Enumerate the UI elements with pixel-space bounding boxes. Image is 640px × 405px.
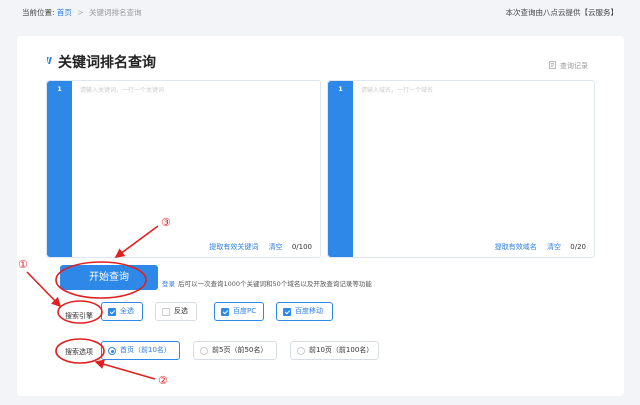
breadcrumb-current: 关键词排名查询 [89,8,142,17]
range-first-page-label: 首页（前10名） [120,346,171,354]
radio-unselected-icon [200,347,208,355]
clear-domains-link[interactable]: 清空 [547,243,561,251]
checkbox-unchecked-icon [162,308,170,316]
history-link-label: 查询记录 [560,62,588,70]
search-options-label: 搜索选项 [65,348,93,356]
keyword-line-number: 1 [57,85,62,93]
radio-unselected-icon [297,347,305,355]
provider-text: 本次查询由八点云提供【云服务】 [505,8,619,17]
checkbox-checked-icon [108,308,116,316]
breadcrumb: 当前位置: 首页 > 关键词排名查询 [22,7,142,18]
baidu-pc-label: 百度PC [233,307,257,315]
breadcrumb-home-link[interactable]: 首页 [57,8,72,17]
domain-count: 0/20 [570,243,586,251]
range-five-pages-radio[interactable]: 前5页（前50名） [193,341,277,360]
keyword-editor-footer: 提取有效关键词 清空 0/100 [201,242,312,252]
history-doc-icon [548,61,556,69]
domain-input-placeholder[interactable]: 请输入域名，一行一个域名 [361,85,433,94]
extract-domains-link[interactable]: 提取有效域名 [495,243,537,251]
clear-keywords-link[interactable]: 清空 [269,243,283,251]
range-ten-pages-label: 前10页（前100名） [309,346,374,354]
invert-selection-label: 反选 [174,307,188,315]
start-query-button[interactable]: 开始查询 [60,265,158,290]
login-tip-text: 后可以一次查询1000个关键词和50个域名以及开放查询记录等功能 [178,280,372,288]
history-link[interactable]: 查询记录 [548,61,588,71]
checkbox-checked-icon [221,308,229,316]
domain-editor[interactable]: 1 请输入域名，一行一个域名 提取有效域名 清空 0/20 [327,80,595,258]
title-mark-icon [47,57,52,64]
keyword-count: 0/100 [291,243,312,251]
page-title: 关键词排名查询 [58,55,156,71]
range-five-pages-label: 前5页（前50名） [212,346,268,354]
domain-editor-footer: 提取有效域名 清空 0/20 [487,242,586,252]
breadcrumb-bar: 当前位置: 首页 > 关键词排名查询 本次查询由八点云提供【云服务】 [0,0,640,26]
login-tip: 登录 后可以一次查询1000个关键词和50个域名以及开放查询记录等功能 [162,278,372,288]
baidu-pc-checkbox[interactable]: 百度PC [214,302,264,321]
checkbox-checked-icon [283,308,291,316]
domain-line-number: 1 [338,85,343,93]
main-card: 关键词排名查询 查询记录 1 请输入关键词，一行一个关键词 提取有效关键词 清空… [17,36,624,396]
radio-selected-icon [108,347,116,355]
baidu-mobile-checkbox[interactable]: 百度移动 [276,302,333,321]
select-all-label: 全选 [120,307,134,315]
login-link[interactable]: 登录 [162,280,175,288]
range-first-page-radio[interactable]: 首页（前10名） [101,341,180,360]
extract-keywords-link[interactable]: 提取有效关键词 [209,243,258,251]
range-ten-pages-radio[interactable]: 前10页（前100名） [290,341,379,360]
keyword-input-placeholder[interactable]: 请输入关键词，一行一个关键词 [80,85,164,94]
invert-selection-checkbox[interactable]: 反选 [155,302,197,321]
domain-line-gutter: 1 [328,81,353,257]
keyword-line-gutter: 1 [47,81,72,257]
breadcrumb-separator: > [77,8,84,17]
search-engine-label: 搜索引擎 [65,312,93,320]
baidu-mobile-label: 百度移动 [295,307,323,315]
breadcrumb-prefix: 当前位置: [22,8,55,17]
select-all-checkbox[interactable]: 全选 [101,302,143,321]
keyword-editor[interactable]: 1 请输入关键词，一行一个关键词 提取有效关键词 清空 0/100 [46,80,321,258]
